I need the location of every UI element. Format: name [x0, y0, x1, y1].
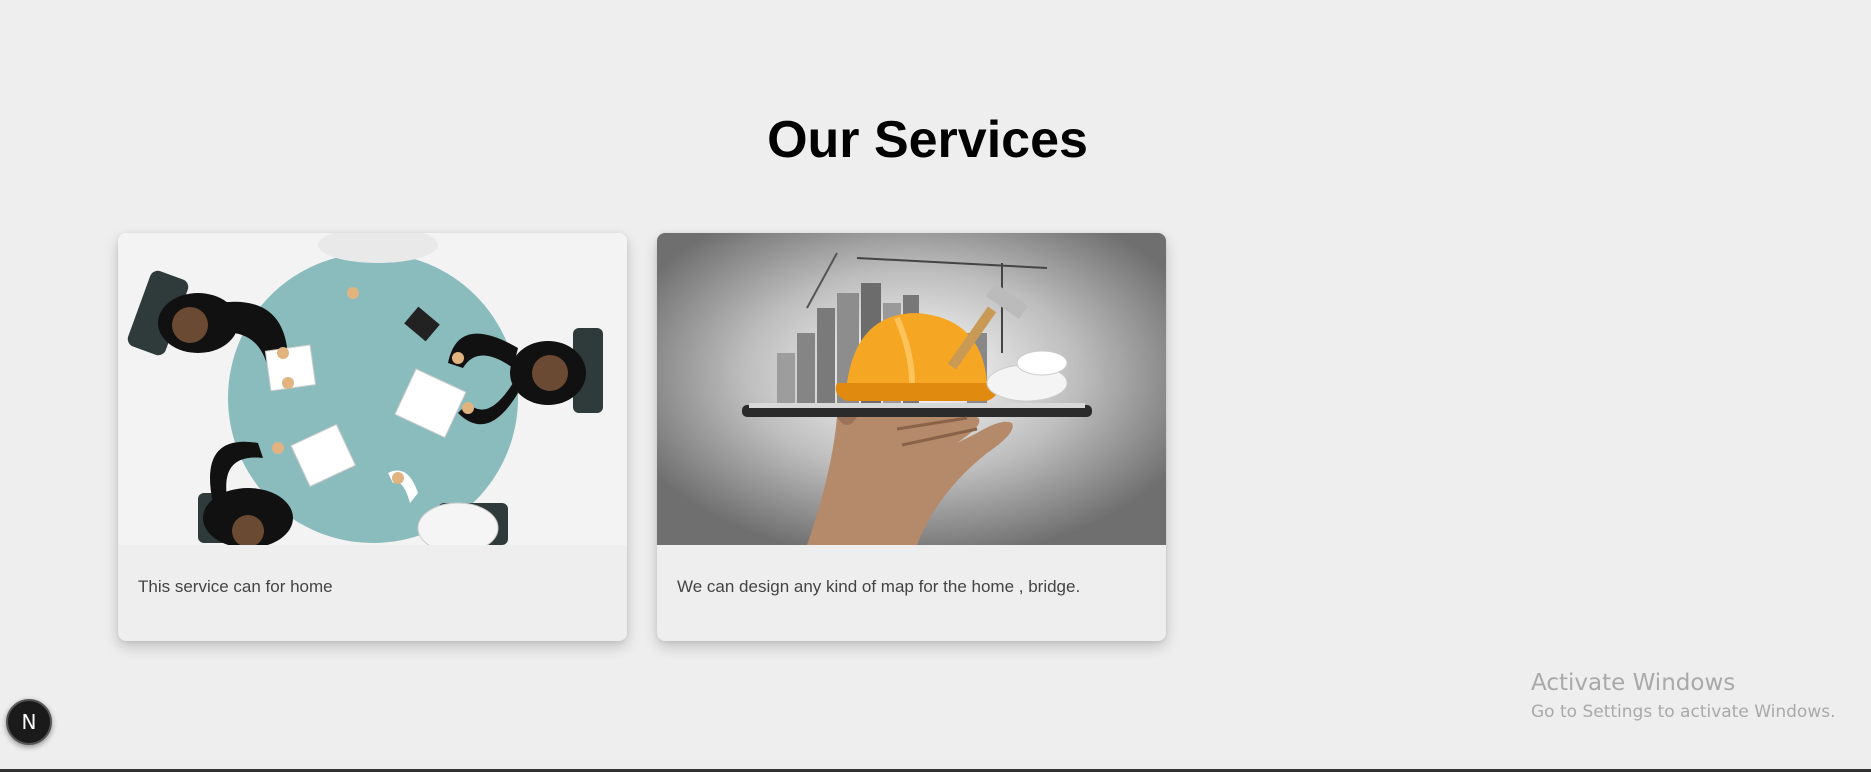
page: Our Services This service can for home W…: [0, 0, 1871, 772]
watermark-title: Activate Windows: [1531, 670, 1736, 696]
service-description: We can design any kind of map for the ho…: [677, 577, 1081, 596]
watermark-subtitle: Go to Settings to activate Windows.: [1531, 702, 1836, 722]
service-card-design[interactable]: We can design any kind of map for the ho…: [657, 233, 1166, 641]
construction-image: [657, 233, 1166, 545]
windows-activation-watermark: Activate Windows Go to Settings to activ…: [1531, 670, 1836, 722]
service-description: This service can for home: [138, 577, 333, 596]
meeting-table-image: [118, 233, 627, 545]
page-title: Our Services: [767, 111, 1088, 169]
dev-badge-label: N: [21, 710, 37, 734]
service-card-home[interactable]: This service can for home: [118, 233, 627, 641]
nextjs-icon[interactable]: N: [6, 699, 52, 745]
